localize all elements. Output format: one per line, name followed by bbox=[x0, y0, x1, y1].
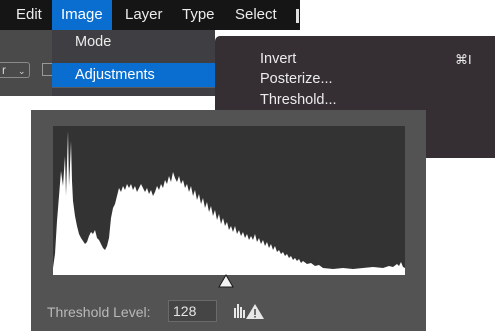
menu-item-adjustments[interactable]: Adjustments bbox=[52, 63, 215, 87]
threshold-dialog: Threshold Level: 128 bbox=[31, 110, 426, 331]
menu-select[interactable]: Select bbox=[226, 0, 286, 30]
toolbar-checkbox[interactable] bbox=[42, 63, 52, 76]
threshold-slider-handle[interactable] bbox=[218, 274, 234, 288]
menu-item-mode[interactable]: Mode bbox=[52, 30, 215, 54]
dropdown-text-fragment: r bbox=[2, 63, 6, 77]
histogram-warning-icon[interactable] bbox=[233, 302, 265, 320]
chevron-down-icon: ⌄ bbox=[18, 66, 26, 76]
toolbar-dropdown[interactable]: r ⌄ bbox=[0, 62, 30, 78]
menu-separator bbox=[52, 87, 215, 88]
menu-next-edge bbox=[296, 9, 299, 23]
threshold-level-input[interactable]: 128 bbox=[168, 300, 217, 322]
submenu-item-threshold[interactable]: Threshold... bbox=[260, 90, 337, 110]
image-menu: Mode Adjustments bbox=[52, 30, 215, 96]
menu-edit[interactable]: Edit bbox=[8, 0, 50, 30]
menu-image[interactable]: Image bbox=[52, 0, 112, 30]
histogram-graph bbox=[53, 131, 405, 275]
menu-layer[interactable]: Layer bbox=[116, 0, 172, 30]
histogram bbox=[53, 126, 405, 275]
submenu-item-invert[interactable]: Invert bbox=[260, 49, 296, 69]
threshold-level-label: Threshold Level: bbox=[47, 304, 151, 320]
menu-bar: Edit Image Layer Type Select bbox=[0, 0, 300, 30]
invert-shortcut: ⌘I bbox=[455, 52, 472, 67]
menu-type[interactable]: Type bbox=[173, 0, 224, 30]
submenu-item-posterize[interactable]: Posterize... bbox=[260, 69, 333, 89]
histogram-shape bbox=[53, 131, 405, 275]
options-toolbar: r ⌄ bbox=[0, 30, 52, 96]
